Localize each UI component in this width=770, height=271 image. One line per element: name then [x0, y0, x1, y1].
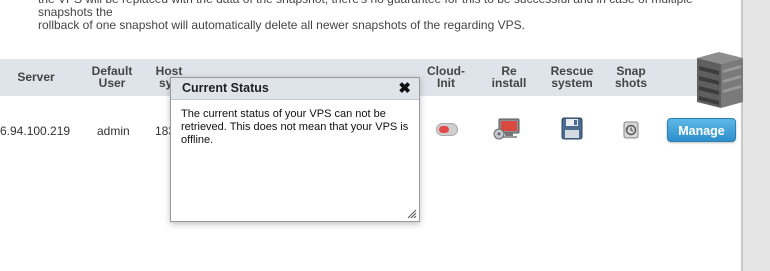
snapshot-restore-icon[interactable] [623, 121, 639, 139]
header-default-user: Default User [91, 64, 133, 90]
header-server: Server [17, 70, 55, 84]
panel-divider [741, 0, 743, 271]
current-status-dialog: Current Status ✖ The current status of y… [170, 77, 420, 222]
toggle-icon[interactable] [436, 123, 458, 136]
dialog-title-bar: Current Status ✖ [171, 78, 419, 100]
snapshot-notice: the VPS will be replaced with the data o… [38, 0, 738, 32]
notice-line-2: rollback of one snapshot will automatica… [38, 18, 525, 32]
header-snapshots: Snap shots [614, 64, 647, 90]
close-icon[interactable]: ✖ [398, 78, 411, 99]
computer-reinstall-icon[interactable] [493, 117, 523, 141]
header-rescue-system: Rescue system [550, 64, 594, 90]
header-reinstall: Re install [491, 64, 527, 90]
manage-button[interactable]: Manage [667, 118, 736, 142]
toggle-knob [439, 126, 449, 133]
cell-default-user: admin [97, 124, 130, 138]
dialog-message: The current status of your VPS can not b… [181, 108, 409, 146]
dialog-title: Current Status [182, 81, 269, 95]
header-cloud-init: Cloud- Init [427, 64, 465, 90]
notice-line-1: the VPS will be replaced with the data o… [38, 0, 693, 19]
resize-grip-icon[interactable] [407, 209, 417, 219]
cell-server-ip: 6.94.100.219 [0, 124, 71, 138]
server-rack-icon [697, 52, 743, 108]
floppy-disk-icon[interactable] [561, 117, 583, 140]
